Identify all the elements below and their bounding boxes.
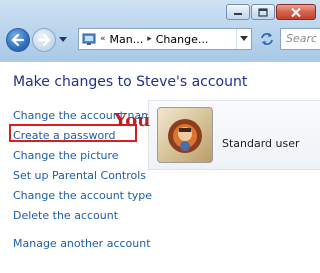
navigation-controls <box>6 26 68 54</box>
minimize-icon <box>234 13 242 15</box>
breadcrumb-separator[interactable]: ▸ <box>147 34 152 44</box>
avatar <box>157 107 213 163</box>
account-type: Standard user <box>222 137 300 150</box>
minimize-button[interactable] <box>226 4 250 20</box>
forward-button[interactable] <box>32 28 56 52</box>
back-arrow-icon <box>11 34 25 46</box>
change-picture-link[interactable]: Change the picture <box>13 146 159 166</box>
breadcrumb-item-change[interactable]: Change... <box>156 33 209 46</box>
user-picture-icon <box>168 119 202 153</box>
caption-buttons <box>225 4 316 20</box>
back-button[interactable] <box>6 28 30 52</box>
maximize-icon <box>258 7 268 17</box>
close-button[interactable] <box>276 4 316 20</box>
maximize-button[interactable] <box>251 4 275 20</box>
address-dropdown[interactable] <box>236 29 251 49</box>
change-account-type-link[interactable]: Change the account type <box>13 186 159 206</box>
control-panel-window: « Man... ▸ Change... Searc Make changes … <box>0 0 320 273</box>
page-title: Make changes to Steve's account <box>13 74 248 90</box>
refresh-button[interactable] <box>256 28 278 50</box>
close-icon <box>291 7 301 17</box>
account-name: You <box>114 110 151 131</box>
refresh-icon <box>261 33 273 45</box>
recent-pages-dropdown[interactable] <box>58 28 68 52</box>
search-input[interactable]: Searc <box>280 28 320 50</box>
address-bar[interactable]: « Man... ▸ Change... <box>78 28 252 50</box>
chevron-down-icon <box>59 37 67 42</box>
chevron-down-icon <box>240 36 248 41</box>
manage-another-account-link[interactable]: Manage another account <box>13 234 159 254</box>
parental-controls-link[interactable]: Set up Parental Controls <box>13 166 159 186</box>
window-chrome: « Man... ▸ Change... Searc <box>0 0 320 62</box>
forward-arrow-icon <box>37 34 51 46</box>
control-panel-icon <box>82 32 96 46</box>
breadcrumb-overflow[interactable]: « <box>100 34 106 44</box>
account-card <box>148 100 320 170</box>
breadcrumb-item-manage[interactable]: Man... <box>110 33 144 46</box>
delete-account-link[interactable]: Delete the account <box>13 206 159 226</box>
